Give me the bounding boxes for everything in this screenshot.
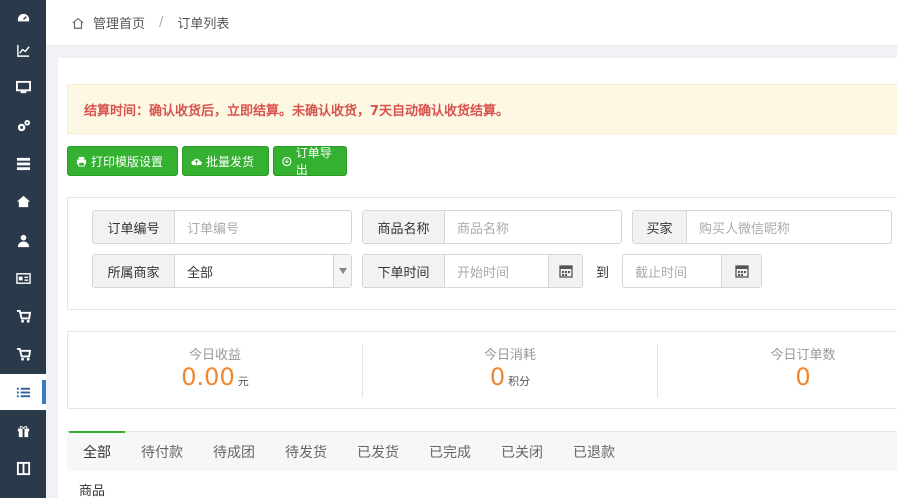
tab-shipped[interactable]: 已发货 — [357, 442, 399, 462]
buyer-field[interactable]: 买家 购买人微信昵称 — [632, 210, 892, 244]
order-export-label: 订单导出 — [295, 146, 332, 177]
tab-pending-payment[interactable]: 待付款 — [141, 442, 183, 462]
tab-closed[interactable]: 已关闭 — [501, 442, 543, 462]
breadcrumb: 管理首页 / 订单列表 — [46, 0, 897, 46]
table-header: 商品 — [67, 471, 897, 498]
today-orders-value: 0 — [795, 363, 811, 391]
order-list-icon[interactable] — [0, 374, 46, 410]
order-no-field[interactable]: 订单编号 订单编号 — [92, 210, 352, 244]
export-circle-icon — [282, 156, 292, 166]
order-time-label: 下单时间 — [363, 255, 445, 287]
list-icon[interactable] — [0, 145, 46, 181]
card-icon[interactable] — [0, 260, 46, 296]
today-income-label: 今日收益 — [188, 348, 241, 363]
order-no-input[interactable]: 订单编号 — [175, 211, 351, 243]
chart-icon[interactable] — [0, 32, 46, 68]
tab-all[interactable]: 全部 — [69, 431, 125, 462]
tab-refunded[interactable]: 已退款 — [573, 442, 615, 462]
breadcrumb-separator: / — [159, 15, 164, 30]
tab-pending-group[interactable]: 待成团 — [213, 442, 255, 462]
end-time-field[interactable]: 截止时间 — [622, 254, 762, 288]
settings-icon[interactable] — [0, 108, 46, 144]
stats-panel: 今日收益 0.00 元 今日消耗 0 积分 今日订单数 0 — [67, 331, 897, 409]
tab-pending-shipment[interactable]: 待发货 — [285, 442, 327, 462]
order-status-tabs: 全部 待付款 待成团 待发货 已发货 已完成 已关闭 已退款 — [67, 431, 897, 471]
to-label: 到 — [596, 266, 610, 281]
calendar-icon[interactable] — [548, 255, 582, 287]
print-template-label: 打印模版设置 — [91, 154, 164, 169]
tab-completed[interactable]: 已完成 — [429, 442, 471, 462]
buyer-label: 买家 — [633, 211, 687, 243]
home-outline-icon — [72, 17, 84, 29]
buyer-input[interactable]: 购买人微信昵称 — [687, 211, 891, 243]
start-time-field[interactable]: 下单时间 开始时间 — [362, 254, 583, 288]
today-orders-label: 今日订单数 — [770, 348, 836, 363]
settlement-alert: 结算时间：确认收货后，立即结算。未确认收货，7天自动确认收货结算。 — [67, 84, 897, 134]
breadcrumb-home[interactable]: 管理首页 — [93, 13, 145, 32]
batch-ship-label: 批量发货 — [206, 154, 255, 169]
today-income-stat: 今日收益 0.00 元 — [68, 332, 362, 410]
today-income-value: 0.00 — [181, 363, 235, 391]
chevron-down-icon[interactable] — [333, 255, 351, 287]
merchant-select[interactable]: 所属商家 全部 — [92, 254, 352, 288]
product-name-field[interactable]: 商品名称 商品名称 — [362, 210, 622, 244]
home-icon[interactable] — [0, 183, 46, 219]
print-icon — [76, 156, 87, 167]
alert-text: 结算时间：确认收货后，立即结算。未确认收货，7天自动确认收货结算。 — [84, 103, 510, 119]
user-icon[interactable] — [0, 222, 46, 258]
breadcrumb-current: 订单列表 — [177, 17, 230, 32]
today-consumption-stat: 今日消耗 0 积分 — [363, 332, 657, 410]
today-orders-stat: 今日订单数 0 — [658, 332, 897, 410]
gift-icon[interactable] — [0, 412, 46, 448]
today-consumption-value: 0 — [489, 363, 506, 391]
end-time-input[interactable]: 截止时间 — [623, 255, 721, 287]
batch-ship-button[interactable]: 批量发货 — [182, 146, 269, 176]
cart-icon[interactable] — [0, 298, 46, 334]
cloud-upload-icon — [191, 158, 202, 165]
grid-icon[interactable] — [0, 450, 46, 486]
calendar-icon[interactable] — [721, 255, 761, 287]
dashboard-icon[interactable] — [0, 0, 46, 36]
today-income-unit: 元 — [237, 375, 249, 388]
order-no-label: 订单编号 — [93, 211, 175, 243]
column-product: 商品 — [79, 484, 106, 498]
today-consumption-unit: 积分 — [508, 375, 531, 388]
order-export-button[interactable]: 订单导出 — [273, 146, 347, 177]
today-consumption-label: 今日消耗 — [483, 348, 536, 363]
merchant-label: 所属商家 — [93, 255, 175, 287]
cart-icon[interactable] — [0, 336, 46, 372]
merchant-value[interactable]: 全部 — [175, 255, 333, 287]
sidebar — [0, 0, 46, 498]
print-template-button[interactable]: 打印模版设置 — [67, 146, 178, 176]
monitor-icon[interactable] — [0, 69, 46, 105]
product-name-label: 商品名称 — [363, 211, 445, 243]
product-name-input[interactable]: 商品名称 — [445, 211, 621, 243]
start-time-input[interactable]: 开始时间 — [445, 255, 548, 287]
